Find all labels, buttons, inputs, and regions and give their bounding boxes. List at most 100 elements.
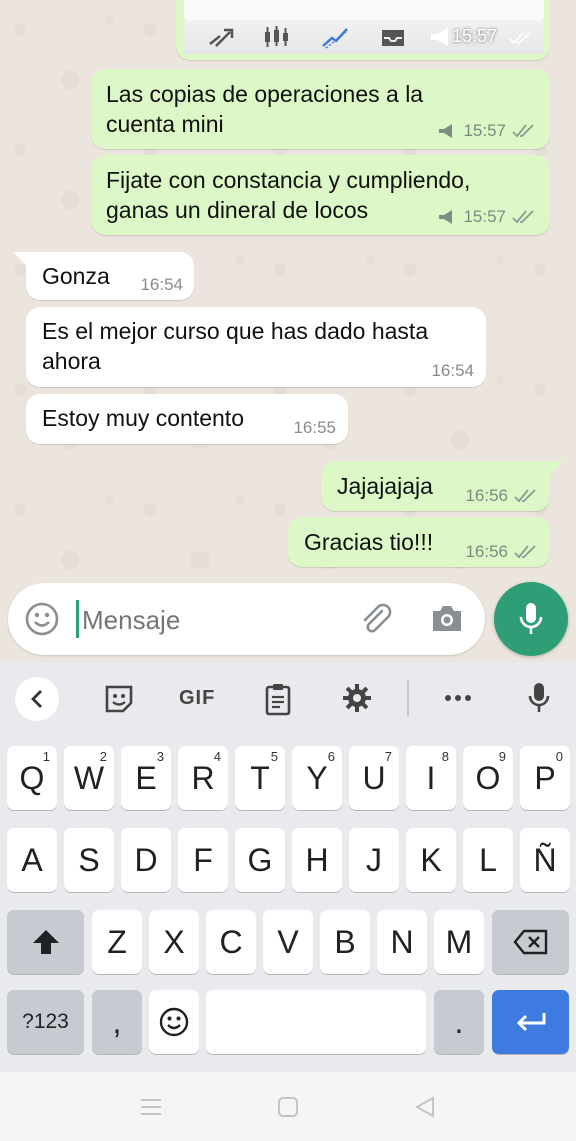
key-label: O <box>475 759 501 796</box>
toolbar-divider <box>407 680 409 716</box>
key-o[interactable]: O9 <box>463 746 513 810</box>
sticker-icon[interactable] <box>103 683 135 715</box>
inbox-icon <box>382 30 404 46</box>
backspace-key[interactable] <box>492 910 569 974</box>
message-bubble-outgoing[interactable]: Gracias tio!!! 16:56 <box>288 517 550 567</box>
message-bubble-incoming[interactable]: Es el mejor curso que has dado hasta aho… <box>26 307 486 387</box>
period-key[interactable]: . <box>434 990 484 1054</box>
key-w[interactable]: W2 <box>64 746 114 810</box>
key-z[interactable]: Z <box>92 910 142 974</box>
message-meta: 16:56 <box>465 542 538 562</box>
back-icon[interactable] <box>414 1096 436 1118</box>
message-text: Gonza <box>42 263 110 289</box>
message-input[interactable] <box>80 599 354 641</box>
message-text: Gracias tio!!! <box>304 529 434 555</box>
message-text: Jajajajaja <box>337 473 433 499</box>
message-meta: 16:55 <box>293 418 336 438</box>
megaphone-icon <box>439 124 453 138</box>
key-q[interactable]: Q1 <box>7 746 57 810</box>
key-n[interactable]: N <box>377 910 427 974</box>
key-hint: 6 <box>327 749 335 764</box>
message-text: Estoy muy contento <box>42 405 244 431</box>
key-h[interactable]: H <box>292 828 342 892</box>
microphone-icon <box>519 603 543 634</box>
message-meta: 16:56 <box>465 486 538 506</box>
camera-icon[interactable] <box>429 602 465 636</box>
key-label: M <box>445 923 473 960</box>
message-bubble-incoming[interactable]: Gonza 16:54 <box>26 252 194 300</box>
key-hint: 7 <box>384 749 392 764</box>
enter-key[interactable] <box>492 990 569 1054</box>
key-j[interactable]: J <box>349 828 399 892</box>
paperclip-icon[interactable] <box>358 601 394 637</box>
trend-line-icon <box>322 28 348 49</box>
double-check-icon <box>512 124 534 138</box>
message-text-line: Fijate con constancia y cumpliendo, <box>106 167 471 193</box>
key-label: Y <box>306 759 328 796</box>
message-bubble-incoming[interactable]: Estoy muy contento 16:55 <box>26 394 348 444</box>
megaphone-icon <box>431 28 448 46</box>
shift-key[interactable] <box>7 910 84 974</box>
voice-typing-icon[interactable] <box>526 681 552 715</box>
key-m[interactable]: M <box>434 910 484 974</box>
message-time: 15:57 <box>463 121 506 140</box>
key-label: I <box>426 759 436 796</box>
key-e[interactable]: E3 <box>121 746 171 810</box>
message-time: 16:54 <box>140 275 183 294</box>
voice-record-button[interactable] <box>494 582 568 656</box>
message-time: 16:56 <box>465 542 508 561</box>
key-i[interactable]: I8 <box>406 746 456 810</box>
key-f[interactable]: F <box>178 828 228 892</box>
settings-gear-icon[interactable] <box>342 683 372 713</box>
key-l[interactable]: L <box>463 828 513 892</box>
key-label: D <box>134 841 158 878</box>
key-u[interactable]: U7 <box>349 746 399 810</box>
key-label: E <box>135 759 157 796</box>
message-bubble-outgoing[interactable]: Fijate con constancia y cumpliendo, gana… <box>91 155 550 235</box>
key-v[interactable]: V <box>263 910 313 974</box>
message-composer <box>8 583 485 655</box>
message-meta: 16:54 <box>140 275 183 295</box>
home-icon[interactable] <box>277 1096 299 1118</box>
image-message-bubble[interactable]: 15:57 <box>176 0 550 60</box>
key-d[interactable]: D <box>121 828 171 892</box>
key-n-tilde[interactable]: Ñ <box>520 828 570 892</box>
key-r[interactable]: R4 <box>178 746 228 810</box>
key-t[interactable]: T5 <box>235 746 285 810</box>
emoji-key[interactable] <box>149 990 199 1054</box>
image-preview[interactable] <box>184 0 544 20</box>
key-a[interactable]: A <box>7 828 57 892</box>
key-label: W <box>73 759 105 796</box>
more-options-icon[interactable] <box>444 693 472 703</box>
clipboard-icon[interactable] <box>264 682 292 716</box>
key-label: S <box>78 841 100 878</box>
menu-icon[interactable] <box>140 1097 162 1117</box>
key-s[interactable]: S <box>64 828 114 892</box>
message-meta: 15:57 <box>437 121 536 141</box>
key-label: H <box>305 841 329 878</box>
gif-button[interactable]: GIF <box>179 687 215 710</box>
key-hint: 4 <box>213 749 221 764</box>
key-x[interactable]: X <box>149 910 199 974</box>
key-hint: 1 <box>42 749 50 764</box>
key-y[interactable]: Y6 <box>292 746 342 810</box>
key-c[interactable]: C <box>206 910 256 974</box>
key-p[interactable]: P0 <box>520 746 570 810</box>
key-b[interactable]: B <box>320 910 370 974</box>
message-bubble-outgoing[interactable]: Las copias de operaciones a la cuenta mi… <box>91 69 550 149</box>
space-key[interactable] <box>206 990 426 1054</box>
key-k[interactable]: K <box>406 828 456 892</box>
key-label: G <box>247 841 273 878</box>
key-hint: 0 <box>555 749 563 764</box>
message-bubble-outgoing[interactable]: Jajajajaja 16:56 <box>321 461 550 511</box>
key-hint: 3 <box>156 749 164 764</box>
key-label: A <box>21 841 43 878</box>
keyboard-toolbar: GIF <box>0 662 576 734</box>
symbols-key[interactable]: ?123 <box>7 990 84 1054</box>
chevron-left-icon <box>31 690 42 708</box>
emoji-icon[interactable] <box>24 601 60 637</box>
comma-key[interactable]: , <box>92 990 142 1054</box>
key-g[interactable]: G <box>235 828 285 892</box>
key-label: L <box>479 841 497 878</box>
collapse-toolbar-button[interactable] <box>15 677 59 721</box>
